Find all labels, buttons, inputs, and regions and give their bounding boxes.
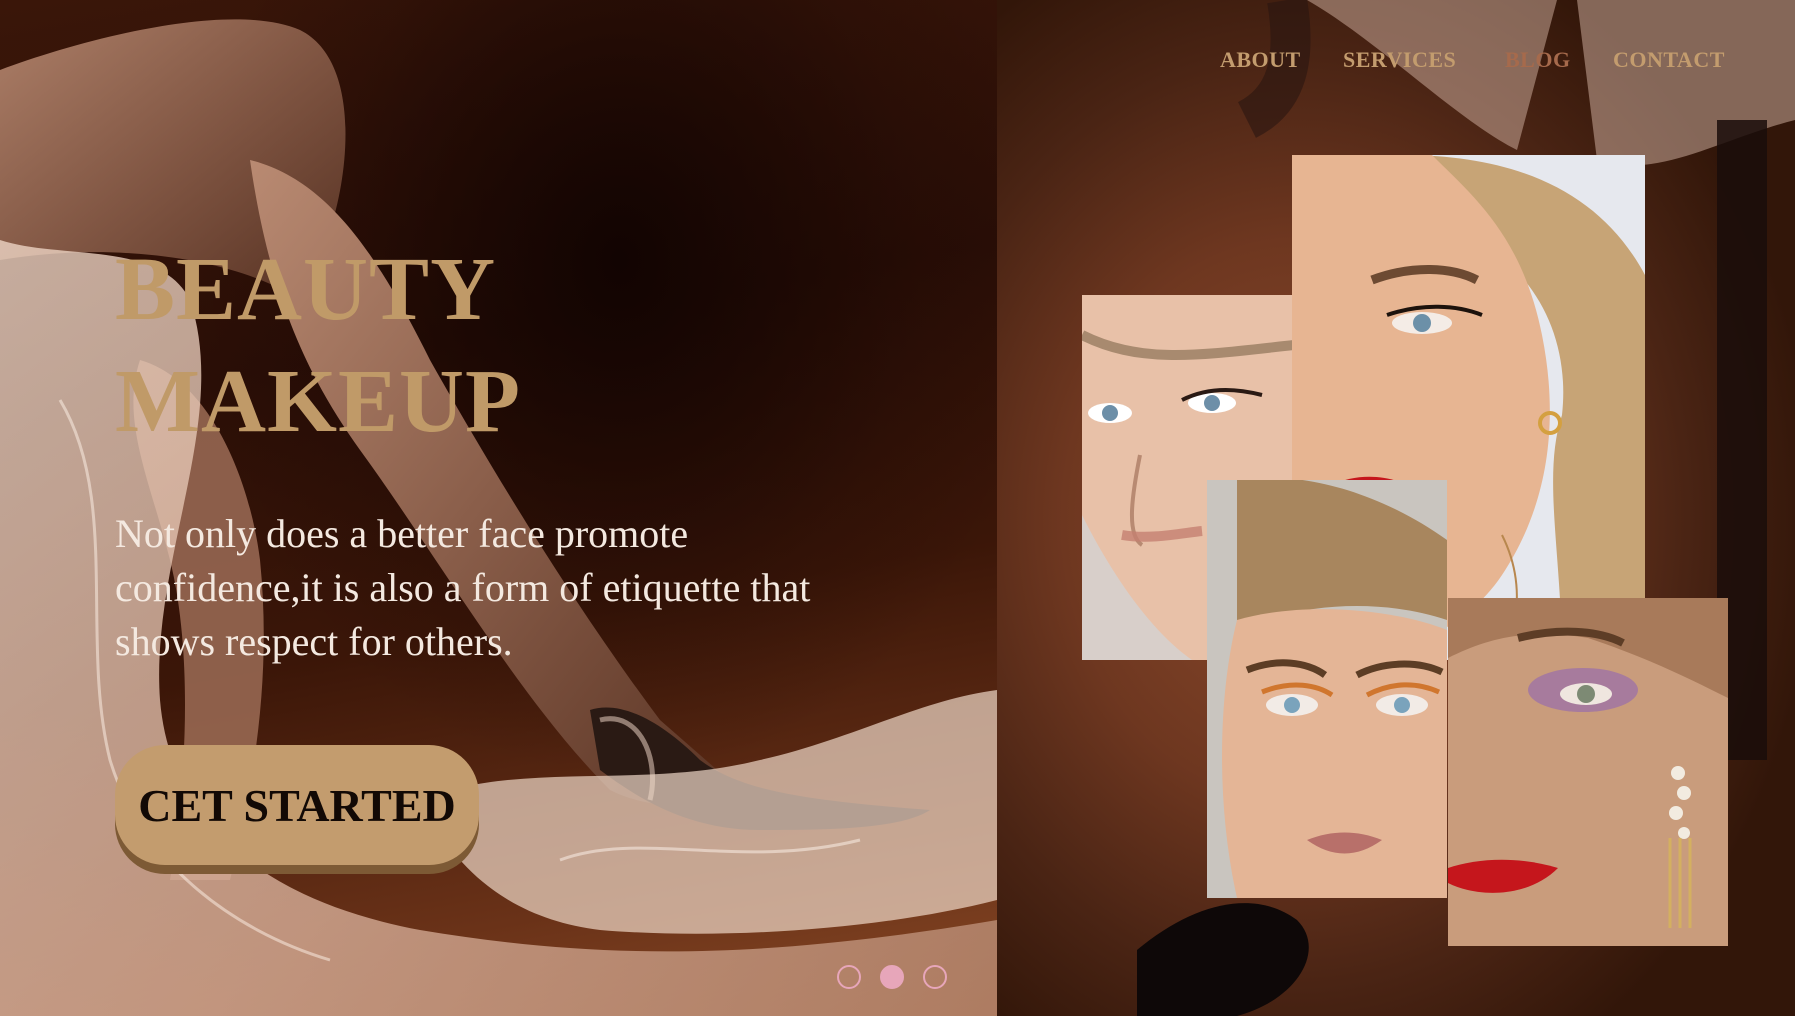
gallery-section: ABOUT SERVICES BLOG CONTACT	[997, 0, 1795, 1016]
nav-link-blog[interactable]: BLOG	[1505, 47, 1595, 73]
hero-title: BEAUTY MAKEUP	[115, 234, 521, 458]
hero-title-line-1: BEAUTY	[115, 240, 497, 339]
pager-dot-3[interactable]	[923, 965, 947, 989]
landing-page: BEAUTY MAKEUP Not only does a better fac…	[0, 0, 1795, 1016]
hero-description: Not only does a better face promote conf…	[115, 511, 811, 664]
model-photo-orange-liner	[1207, 480, 1447, 898]
get-started-button[interactable]: CET STARTED	[115, 745, 479, 865]
model-photo-purple-shadow	[1448, 598, 1728, 946]
nav-link-contact[interactable]: CONTACT	[1613, 47, 1753, 73]
nav-link-services[interactable]: SERVICES	[1343, 47, 1473, 73]
hero-title-line-2: MAKEUP	[115, 352, 521, 451]
nav-link-about[interactable]: ABOUT	[1220, 47, 1340, 73]
pager-dot-1[interactable]	[837, 965, 861, 989]
pager-dot-2[interactable]	[880, 965, 904, 989]
hero-section: BEAUTY MAKEUP Not only does a better fac…	[0, 0, 997, 1016]
slider-pagination	[837, 965, 947, 989]
